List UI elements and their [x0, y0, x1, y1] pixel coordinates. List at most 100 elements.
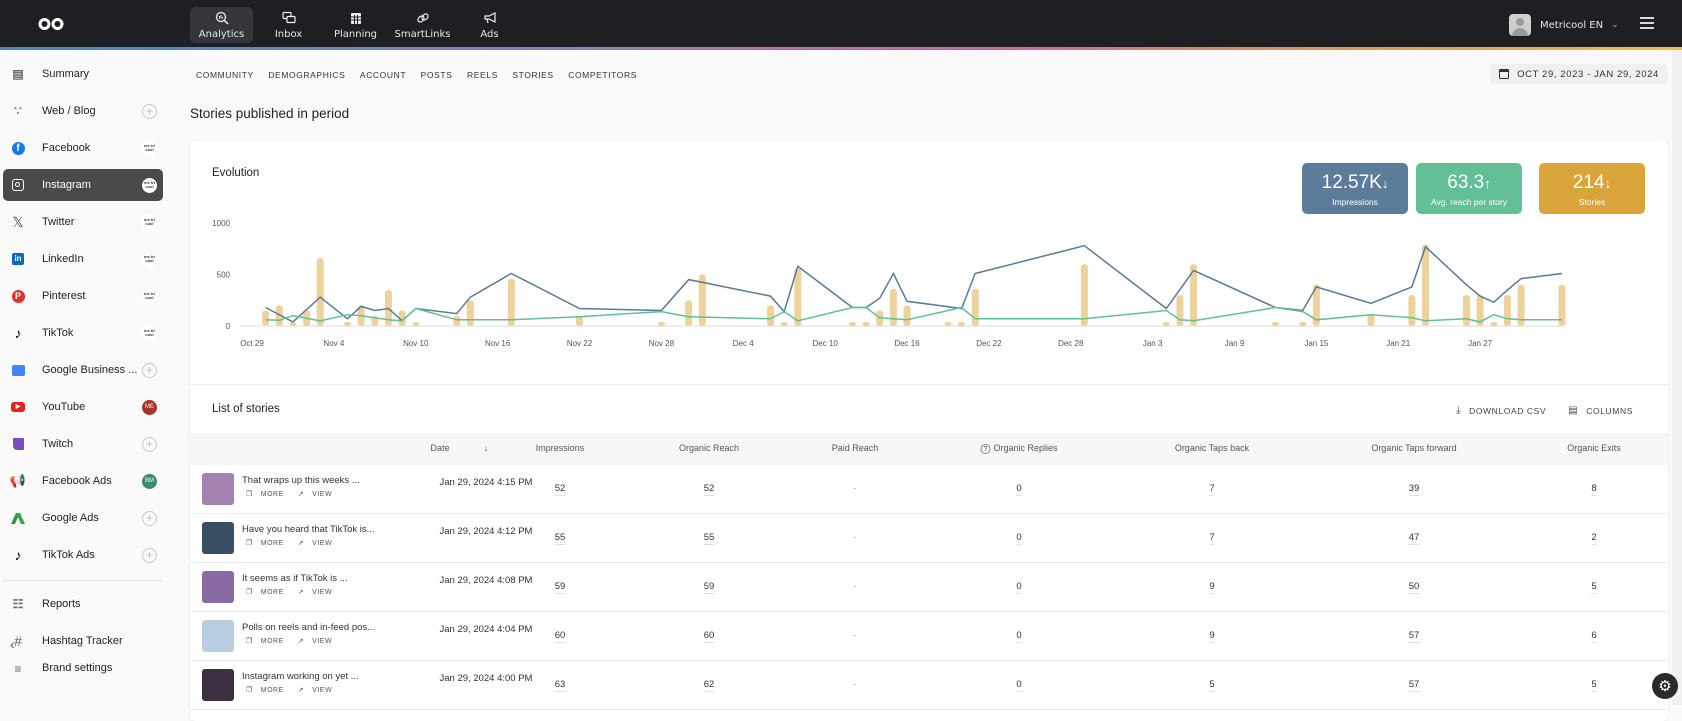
view-button[interactable]: ↗ VIEW: [298, 539, 332, 548]
add-account-icon[interactable]: +: [142, 436, 157, 452]
rss-icon: ∵: [14, 104, 22, 118]
nav-inbox[interactable]: Inbox: [257, 7, 320, 43]
more-button[interactable]: ❐ MORE: [246, 686, 284, 695]
sort-desc-icon[interactable]: ↓: [484, 443, 489, 453]
paid-reach-value: -: [853, 483, 857, 494]
impressions-value: 52: [554, 483, 566, 496]
nav-analytics[interactable]: Analytics: [190, 7, 253, 43]
add-account-icon[interactable]: +: [142, 510, 157, 526]
sidebar-item-twitter[interactable]: 𝕏 Twitter me tri cool: [3, 206, 163, 238]
view-button[interactable]: ↗ VIEW: [298, 637, 332, 646]
stories-card: Evolution 12.57K↓ Impressions 63.3↑ Avg.…: [190, 141, 1668, 721]
sidebar-item-web-blog[interactable]: ∵ Web / Blog +: [3, 95, 163, 127]
table-row[interactable]: It seems as if TikTok is ... ❐ MORE ↗ VIEW Ja…: [190, 563, 1668, 612]
hamburger-menu-icon[interactable]: [1640, 17, 1654, 29]
collapse-sidebar-icon[interactable]: ‹: [10, 636, 15, 652]
column-header-organic-replies[interactable]: ? Organic Replies: [980, 443, 1058, 454]
sidebar: ▤ Summary ∵ Web / Blog + f Facebook me t…: [0, 50, 168, 705]
story-thumbnail[interactable]: [202, 620, 234, 652]
more-button[interactable]: ❐ MORE: [246, 588, 284, 597]
sidebar-item-google-business[interactable]: Google Business ... +: [3, 354, 163, 386]
settings-gear-icon[interactable]: ⚙: [1652, 673, 1678, 699]
story-thumbnail[interactable]: [202, 669, 234, 701]
columns-button[interactable]: ▤ COLUMNS: [1568, 405, 1633, 416]
column-header-exits[interactable]: Organic Exits: [1567, 443, 1621, 453]
taps-forward-value: 39: [1408, 483, 1420, 496]
sidebar-item-linkedin[interactable]: in LinkedIn me tri cool: [3, 243, 163, 275]
table-row[interactable]: Instagram working on yet ... ❐ MORE ↗ VIEW Ja…: [190, 661, 1668, 710]
sidebar-item-reports[interactable]: ☷ Reports: [3, 588, 163, 620]
chart-bar: [767, 305, 775, 326]
sidebar-item-hashtag-tracker[interactable]: # Hashtag Tracker: [3, 625, 163, 657]
x-tick-label: Dec 4: [733, 339, 754, 348]
sidebar-item-tiktok[interactable]: ♪ TikTok me tri cool: [3, 317, 163, 349]
date-range-picker[interactable]: OCT 29, 2023 - JAN 29, 2024: [1490, 64, 1668, 84]
pinterest-icon: P: [11, 289, 25, 303]
story-thumbnail[interactable]: [202, 571, 234, 603]
sidebar-item-facebook-ads[interactable]: 📢 Facebook Ads BM: [3, 465, 163, 497]
sidebar-item-label: Web / Blog: [42, 105, 96, 117]
chart-bar: [1271, 321, 1279, 326]
page-title: Stories published in period: [190, 106, 350, 121]
external-link-icon: ↗: [297, 589, 305, 596]
view-button[interactable]: ↗ VIEW: [297, 588, 332, 597]
sidebar-item-brand-settings[interactable]: ≡ Brand settings: [3, 662, 163, 676]
copy-icon: ❐: [246, 540, 253, 547]
metricool-logo-icon[interactable]: [38, 17, 64, 31]
add-account-icon[interactable]: +: [142, 547, 157, 563]
column-header-taps-forward[interactable]: Organic Taps forward: [1371, 443, 1456, 453]
help-icon[interactable]: ?: [980, 444, 991, 454]
kpi-avg-reach[interactable]: 63.3↑ Avg. reach per story: [1416, 163, 1522, 214]
tab-posts[interactable]: POSTS: [421, 70, 453, 80]
sidebar-item-youtube[interactable]: ▶ YouTube ME: [3, 391, 163, 423]
tab-competitors[interactable]: COMPETITORS: [568, 70, 637, 80]
sidebar-item-facebook[interactable]: f Facebook me tri cool: [3, 132, 163, 164]
more-button[interactable]: ❐ MORE: [246, 637, 284, 646]
nav-planning[interactable]: Planning: [324, 7, 387, 43]
exits-value: 2: [1591, 532, 1597, 545]
table-row[interactable]: That wraps up this weeks ... ❐ MORE ↗ VIEW Ja…: [190, 465, 1668, 514]
tab-stories[interactable]: STORIES: [512, 70, 553, 80]
impressions-value: 63: [554, 679, 566, 692]
nav-smartlinks[interactable]: SmartLinks: [391, 7, 454, 43]
view-button[interactable]: ↗ VIEW: [298, 686, 332, 695]
exits-value: 5: [1591, 679, 1597, 692]
nav-ads[interactable]: Ads: [458, 7, 521, 43]
sidebar-item-instagram[interactable]: Instagram me tri cool: [3, 169, 163, 201]
view-button[interactable]: ↗ VIEW: [298, 490, 332, 499]
add-account-icon[interactable]: +: [142, 362, 157, 378]
inbox-icon: [281, 11, 296, 23]
sidebar-item-tiktok-ads[interactable]: ♪ TikTok Ads +: [3, 539, 163, 571]
kpi-impressions[interactable]: 12.57K↓ Impressions: [1302, 163, 1408, 214]
chart-bar: [1503, 295, 1511, 326]
tab-reels[interactable]: REELS: [467, 70, 498, 80]
table-row[interactable]: Polls on reels and in-feed pos... ❐ MORE ↗ V…: [190, 612, 1668, 661]
tab-account[interactable]: ACCOUNT: [360, 70, 406, 80]
chart-bar: [862, 321, 870, 326]
tab-community[interactable]: COMMUNITY: [196, 70, 254, 80]
column-header-date[interactable]: Date: [430, 443, 449, 453]
column-header-paid-reach[interactable]: Paid Reach: [832, 443, 879, 453]
page-scrollbar[interactable]: [1672, 50, 1682, 705]
sidebar-item-google-ads[interactable]: Google Ads +: [3, 502, 163, 534]
taps-forward-value: 57: [1408, 630, 1420, 643]
column-header-taps-back[interactable]: Organic Taps back: [1175, 443, 1249, 453]
tab-demographics[interactable]: DEMOGRAPHICS: [268, 70, 345, 80]
column-header-organic-reach[interactable]: Organic Reach: [679, 443, 739, 453]
table-row[interactable]: Have you heard that TikTok is... ❐ MORE ↗ VI…: [190, 514, 1668, 563]
kpi-stories[interactable]: 214↓ Stories: [1539, 163, 1645, 214]
sidebar-item-twitch[interactable]: Twitch +: [3, 428, 163, 460]
add-account-icon[interactable]: +: [142, 103, 157, 119]
story-thumbnail[interactable]: [202, 473, 234, 505]
sidebar-divider: [3, 580, 163, 581]
organic-reach-value: 60: [703, 630, 715, 643]
sidebar-item-summary[interactable]: ▤ Summary: [3, 58, 163, 90]
more-button[interactable]: ❐ MORE: [246, 490, 284, 499]
organic-reach-value: 55: [703, 532, 715, 545]
column-header-impressions[interactable]: Impressions: [536, 443, 585, 453]
account-switcher[interactable]: Metricool EN ⌄: [1509, 14, 1619, 36]
more-button[interactable]: ❐ MORE: [246, 539, 284, 548]
sidebar-item-pinterest[interactable]: P Pinterest me tri cool: [3, 280, 163, 312]
story-thumbnail[interactable]: [202, 522, 234, 554]
download-csv-button[interactable]: ⤓ DOWNLOAD CSV: [1456, 405, 1546, 416]
